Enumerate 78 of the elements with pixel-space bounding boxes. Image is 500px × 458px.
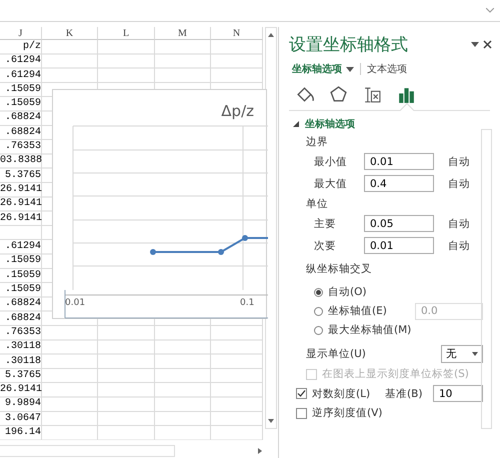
check-icon — [297, 389, 306, 398]
table-cell-text: .61294 — [4, 54, 41, 68]
field-label: 次要 — [314, 238, 337, 252]
axis-label: 0.01 — [65, 298, 86, 308]
collapse-triangle-icon[interactable] — [293, 121, 299, 127]
field-label: 最小值 — [314, 154, 348, 168]
options-tab[interactable]: 文本选项 — [367, 62, 407, 76]
horizontal-scrollbar[interactable] — [0, 445, 175, 457]
table-cell: 26.9141 — [0, 182, 41, 196]
bar-chart-icon[interactable] — [397, 85, 416, 104]
fill-icon[interactable] — [295, 85, 314, 104]
auto-label: 自动 — [448, 176, 470, 190]
radio-label[interactable]: 最大坐标轴值(M) — [328, 323, 412, 337]
input-field[interactable]: 0.01 — [364, 237, 434, 254]
radio-button[interactable] — [314, 326, 323, 334]
table-cell-text: .30118 — [4, 340, 41, 354]
table-cell-text: .15059 — [4, 254, 41, 268]
input-field[interactable]: 0.4 — [364, 175, 434, 192]
table-cell-text: .68824 — [4, 126, 41, 140]
close-icon[interactable] — [483, 40, 492, 49]
input-field[interactable]: 10 — [433, 385, 483, 402]
table-cell-text: .76353 — [4, 140, 41, 154]
dropdown[interactable]: 无 — [441, 344, 483, 362]
checkbox[interactable] — [296, 388, 307, 399]
table-cell-text: .15059 — [4, 97, 41, 110]
size-properties-icon[interactable] — [363, 85, 382, 104]
auto-label: 自动 — [448, 238, 470, 252]
table-cell-text: .61294 — [4, 68, 41, 82]
field-label: 显示单位(U) — [306, 346, 366, 360]
field-label: 最大值 — [314, 176, 348, 190]
table-cell: 26.9141 — [0, 197, 41, 211]
radio-label[interactable]: 坐标轴值(E) — [328, 304, 387, 318]
auto-label: 自动 — [448, 216, 470, 230]
table-cell-text: .30118 — [4, 354, 41, 368]
group-label: 单位 — [305, 197, 329, 211]
section-header[interactable]: 坐标轴选项 — [305, 117, 355, 131]
table-cell-text: 5.3765 — [4, 368, 41, 382]
table-cell-text: 196.14 — [4, 426, 41, 440]
expand-chevron-icon[interactable] — [486, 8, 494, 13]
radio-button[interactable] — [314, 288, 323, 296]
dropdown-caret-icon[interactable] — [471, 42, 479, 47]
chart-area[interactable]: Δp/z 0.01 0.1 — [52, 89, 267, 319]
table-cell-text: .76353 — [4, 326, 41, 340]
auto-label: 自动 — [448, 154, 470, 168]
vertical-scrollbar[interactable] — [265, 27, 277, 429]
input-field[interactable]: 0.01 — [364, 153, 434, 170]
chart-title: Δp/z — [221, 102, 254, 120]
caret-icon[interactable] — [472, 352, 478, 356]
options-tab[interactable]: 坐标轴选项 — [292, 62, 354, 76]
group-label: 纵坐标轴交叉 — [305, 262, 373, 276]
checkbox-label[interactable]: 逆序刻度值(V) — [312, 406, 382, 420]
radio-label[interactable]: 自动(O) — [328, 285, 366, 299]
pentagon-icon[interactable] — [329, 85, 348, 104]
checkbox[interactable] — [296, 408, 307, 418]
table-cell-text: 9.9894 — [4, 397, 41, 411]
table-cell-text: .61294 — [4, 240, 41, 254]
table-cell-text: .15059 — [4, 268, 41, 282]
table-cell-text: p/z — [22, 40, 41, 54]
field-label: 基准(B) — [385, 386, 422, 400]
table-cell-text: .15059 — [4, 82, 41, 96]
table-cell-text: .68824 — [4, 312, 41, 325]
table-cell-text: .68824 — [4, 111, 41, 125]
table-cell-text: .68824 — [4, 297, 41, 311]
table-cell-text: 5.3765 — [4, 168, 41, 182]
pane-title: 设置坐标轴格式 — [289, 34, 409, 56]
group-label: 边界 — [305, 135, 329, 149]
table-cell: 03.8388 — [0, 154, 41, 168]
radio-button[interactable] — [314, 306, 323, 316]
table-cell: 26.9141 — [0, 212, 41, 225]
table-cell-text: 3.0647 — [4, 412, 41, 426]
table-cell-text: .15059 — [4, 283, 41, 296]
field-label: 主要 — [314, 216, 337, 230]
axis-label: 0.1 — [240, 298, 254, 308]
caret-icon[interactable] — [346, 66, 354, 72]
vertical-scrollbar[interactable] — [481, 129, 492, 429]
input-field[interactable]: 0.05 — [364, 215, 434, 232]
table-cell: 26.9141 — [0, 383, 41, 396]
checkbox-label[interactable]: 对数刻度(L) — [312, 386, 370, 400]
